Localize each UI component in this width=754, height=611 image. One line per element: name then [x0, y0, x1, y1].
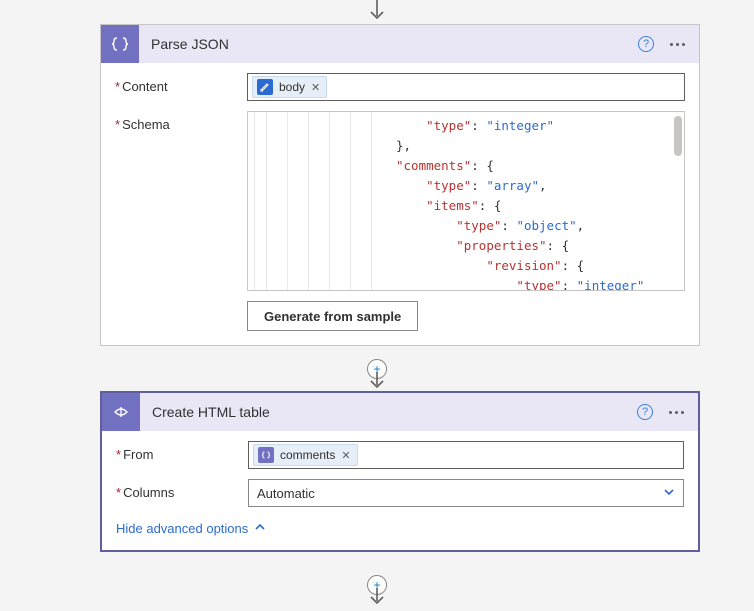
- schema-label: Schema: [122, 117, 170, 132]
- chevron-up-icon: [254, 521, 266, 536]
- chevron-down-icon: [663, 486, 675, 501]
- parse-json-title: Parse JSON: [139, 36, 638, 52]
- link-label: Hide advanced options: [116, 521, 248, 536]
- more-menu[interactable]: [670, 43, 685, 46]
- create-html-table-header[interactable]: Create HTML table ?: [102, 393, 698, 431]
- from-row: *From comments ✕: [116, 441, 684, 469]
- help-icon[interactable]: ?: [638, 36, 654, 52]
- token-label: body: [279, 80, 305, 94]
- close-icon[interactable]: ✕: [311, 81, 320, 94]
- hide-advanced-options-link[interactable]: Hide advanced options: [116, 521, 266, 536]
- from-input[interactable]: comments ✕: [248, 441, 684, 469]
- parse-json-card: Parse JSON ? *Content body ✕: [100, 24, 700, 346]
- schema-code: "type": "integer" }, "comments": { "type…: [388, 112, 684, 290]
- content-token-body[interactable]: body ✕: [252, 76, 327, 98]
- help-icon[interactable]: ?: [637, 404, 653, 420]
- required-marker: *: [115, 117, 120, 132]
- more-menu[interactable]: [669, 411, 684, 414]
- create-html-table-card: Create HTML table ? *From comments ✕: [100, 391, 700, 552]
- scrollbar[interactable]: [674, 116, 682, 156]
- columns-label: Columns: [123, 485, 174, 500]
- schema-editor[interactable]: "type": "integer" }, "comments": { "type…: [247, 111, 685, 291]
- required-marker: *: [116, 485, 121, 500]
- dynamic-content-icon: [257, 79, 273, 95]
- required-marker: *: [116, 447, 121, 462]
- connector-arrow: [369, 370, 385, 392]
- connector-arrow: [369, 0, 385, 22]
- code-gutter: [248, 112, 388, 290]
- parse-json-icon: [258, 447, 274, 463]
- connector-arrow: [369, 586, 385, 608]
- close-icon[interactable]: ✕: [341, 449, 350, 462]
- token-label: comments: [280, 448, 335, 462]
- content-input[interactable]: body ✕: [247, 73, 685, 101]
- from-label: From: [123, 447, 153, 462]
- schema-row: *Schema "type": "integer" }, "comments":…: [115, 111, 685, 291]
- create-html-table-title: Create HTML table: [140, 404, 637, 420]
- columns-value: Automatic: [257, 486, 315, 501]
- content-label: Content: [122, 79, 168, 94]
- generate-from-sample-button[interactable]: Generate from sample: [247, 301, 418, 331]
- content-row: *Content body ✕: [115, 73, 685, 101]
- create-html-table-icon: [102, 393, 140, 431]
- columns-select[interactable]: Automatic: [248, 479, 684, 507]
- required-marker: *: [115, 79, 120, 94]
- parse-json-icon: [101, 25, 139, 63]
- parse-json-header[interactable]: Parse JSON ?: [101, 25, 699, 63]
- from-token-comments[interactable]: comments ✕: [253, 444, 358, 466]
- columns-row: *Columns Automatic: [116, 479, 684, 507]
